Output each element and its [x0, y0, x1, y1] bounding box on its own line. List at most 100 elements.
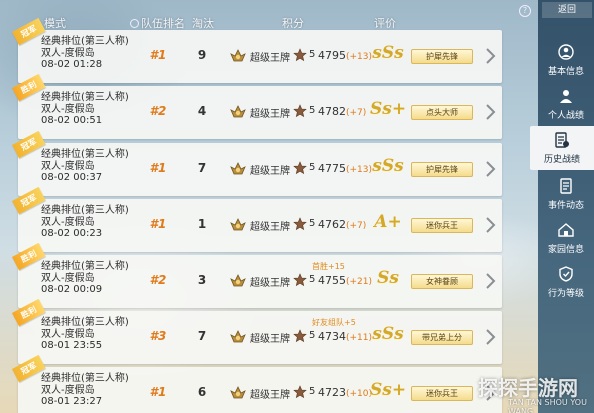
chevron-right-icon[interactable]	[484, 328, 496, 346]
tier-name: 超级王牌	[250, 53, 290, 64]
score-bonus: 好友组队+5	[312, 318, 356, 327]
tier-level: 5	[309, 330, 316, 341]
score-block: 4734(+11)	[318, 330, 372, 343]
score-value: 4762	[318, 218, 346, 231]
kill-count: 4	[197, 104, 207, 118]
grade-rating: sSs	[372, 156, 404, 176]
kill-count: 7	[197, 329, 207, 343]
grade-rating: Ss+	[370, 380, 407, 400]
ace-tier-icon	[230, 162, 246, 175]
score-value: 4755	[318, 274, 346, 287]
kill-count: 7	[197, 161, 207, 175]
tier-level: 5	[309, 386, 316, 397]
honor-title-badge[interactable]: 点头大师	[411, 105, 473, 120]
match-row[interactable]: 冠军 经典排位(第三人称) 双人-度假岛 08-02 00:23 #1 1 超级王牌 5 476…	[12, 186, 502, 252]
kill-count: 6	[197, 385, 207, 399]
score-delta: (+11)	[346, 333, 373, 343]
star-icon	[293, 273, 307, 287]
chevron-right-icon[interactable]	[484, 272, 496, 290]
match-mode-block: 经典排位(第三人称) 双人-度假岛 08-02 00:51	[41, 92, 129, 127]
header-score: 积分	[282, 17, 304, 30]
tier-level: 5	[309, 274, 316, 285]
match-time: 08-01 23:55	[41, 340, 103, 351]
sidebar-item-3[interactable]: 事件动态	[538, 172, 594, 216]
match-map: 双人-度假岛	[41, 160, 95, 172]
team-rank: #1	[149, 217, 167, 231]
chevron-right-icon[interactable]	[484, 103, 496, 121]
sidebar-item-0[interactable]: 基本信息	[538, 38, 594, 82]
tier-name: 超级王牌	[250, 334, 290, 345]
honor-title-badge[interactable]: 迷你兵王	[411, 218, 473, 233]
honor-title-badge[interactable]: 护犀先锋	[411, 49, 473, 64]
match-row[interactable]: 胜利 经典排位(第三人称) 双人-度假岛 08-01 23:55 #3 7 超级王牌 5 473…	[12, 298, 502, 364]
help-icon[interactable]: ?	[519, 5, 531, 17]
kill-count: 3	[197, 273, 207, 287]
match-mode-block: 经典排位(第三人称) 双人-度假岛 08-02 00:23	[41, 205, 129, 240]
score-block: 4782(+7)	[318, 105, 366, 118]
kill-count: 9	[197, 48, 207, 62]
honor-title-badge[interactable]: 女神眷顾	[411, 274, 473, 289]
sidebar-item-4[interactable]: 家园信息	[538, 216, 594, 260]
score-block: 4775(+13)	[318, 162, 372, 175]
match-row[interactable]: 冠军 经典排位(第三人称) 双人-度假岛 08-02 00:37 #1 7 超级王牌 5 477…	[12, 130, 502, 196]
ace-tier-icon	[230, 105, 246, 118]
match-mode: 经典排位(第三人称)	[41, 92, 129, 103]
score-value: 4723	[318, 386, 346, 399]
match-row[interactable]: 冠军 经典排位(第三人称) 双人-度假岛 08-02 01:28 #1 9 超级王牌 5 479…	[12, 17, 502, 83]
team-rank: #1	[149, 48, 167, 62]
score-block: 4755(+21)	[318, 274, 372, 287]
sidebar-item-label: 事件动态	[547, 201, 584, 211]
honor-title-badge[interactable]: 迷你兵王	[411, 386, 473, 401]
sidebar-item-5[interactable]: 行为等级	[538, 260, 594, 304]
sidebar-item-label: 个人战绩	[547, 111, 584, 121]
chevron-right-icon[interactable]	[484, 47, 496, 65]
person-stats-icon	[560, 90, 572, 103]
honor-title-badge[interactable]: 护犀先锋	[411, 162, 473, 177]
score-block: 4723(+10)	[318, 386, 372, 399]
match-row[interactable]: 胜利 经典排位(第三人称) 双人-度假岛 08-02 00:09 #2 3 超级王牌 5 475…	[12, 242, 502, 308]
tier-level: 5	[309, 105, 316, 116]
score-value: 4734	[318, 330, 346, 343]
sidebar-item-label: 历史战绩	[543, 155, 580, 165]
match-mode: 经典排位(第三人称)	[41, 149, 129, 160]
match-mode: 经典排位(第三人称)	[41, 36, 129, 47]
match-row[interactable]: 冠军 经典排位(第三人称) 双人-度假岛 08-01 23:27 #1 6 超级王牌 5 472…	[12, 354, 502, 413]
back-button[interactable]: 返回	[542, 2, 592, 18]
tier-level: 5	[309, 162, 316, 173]
history-doc-icon	[555, 132, 569, 148]
match-map: 双人-度假岛	[41, 47, 95, 59]
team-rank: #1	[149, 161, 167, 175]
home-icon	[558, 223, 574, 237]
match-mode-block: 经典排位(第三人称) 双人-度假岛 08-02 01:28	[41, 36, 129, 71]
score-block: 4795(+13)	[318, 49, 372, 62]
match-row[interactable]: 胜利 经典排位(第三人称) 双人-度假岛 08-02 00:51 #2 4 超级王牌 5 478…	[12, 73, 502, 139]
score-delta: (+21)	[346, 277, 373, 287]
match-time: 08-02 01:28	[41, 59, 103, 70]
tier-name: 超级王牌	[250, 109, 290, 120]
header-kills: 淘汰	[192, 17, 214, 30]
match-mode-block: 经典排位(第三人称) 双人-度假岛 08-01 23:27	[41, 373, 129, 408]
chevron-right-icon[interactable]	[484, 216, 496, 234]
team-rank: #3	[149, 329, 167, 343]
match-time: 08-02 00:37	[41, 172, 103, 183]
match-time: 08-02 00:09	[41, 284, 103, 295]
match-map: 双人-度假岛	[41, 103, 95, 115]
header-team-rank-label: 队伍排名	[141, 17, 185, 30]
star-icon	[293, 217, 307, 231]
kill-count: 1	[197, 217, 207, 231]
honor-title-badge[interactable]: 带兄弟上分	[411, 330, 473, 345]
score-value: 4775	[318, 162, 346, 175]
team-icon	[130, 19, 139, 28]
match-mode: 经典排位(第三人称)	[41, 317, 129, 328]
sidebar-item-2[interactable]: 历史战绩	[530, 126, 594, 170]
team-rank: #1	[149, 385, 167, 399]
match-time: 08-02 00:51	[41, 115, 103, 126]
sidebar-item-1[interactable]: 个人战绩	[538, 82, 594, 126]
chevron-right-icon[interactable]	[484, 160, 496, 178]
ace-tier-icon	[230, 274, 246, 287]
match-mode-block: 经典排位(第三人称) 双人-度假岛 08-02 00:37	[41, 149, 129, 184]
table-header: 模式 队伍排名 淘汰 积分 评价	[0, 0, 510, 32]
sidebar-item-label: 行为等级	[547, 289, 584, 299]
match-map: 双人-度假岛	[41, 272, 95, 284]
sidebar: 返回 基本信息个人战绩历史战绩事件动态家园信息行为等级	[530, 0, 594, 413]
